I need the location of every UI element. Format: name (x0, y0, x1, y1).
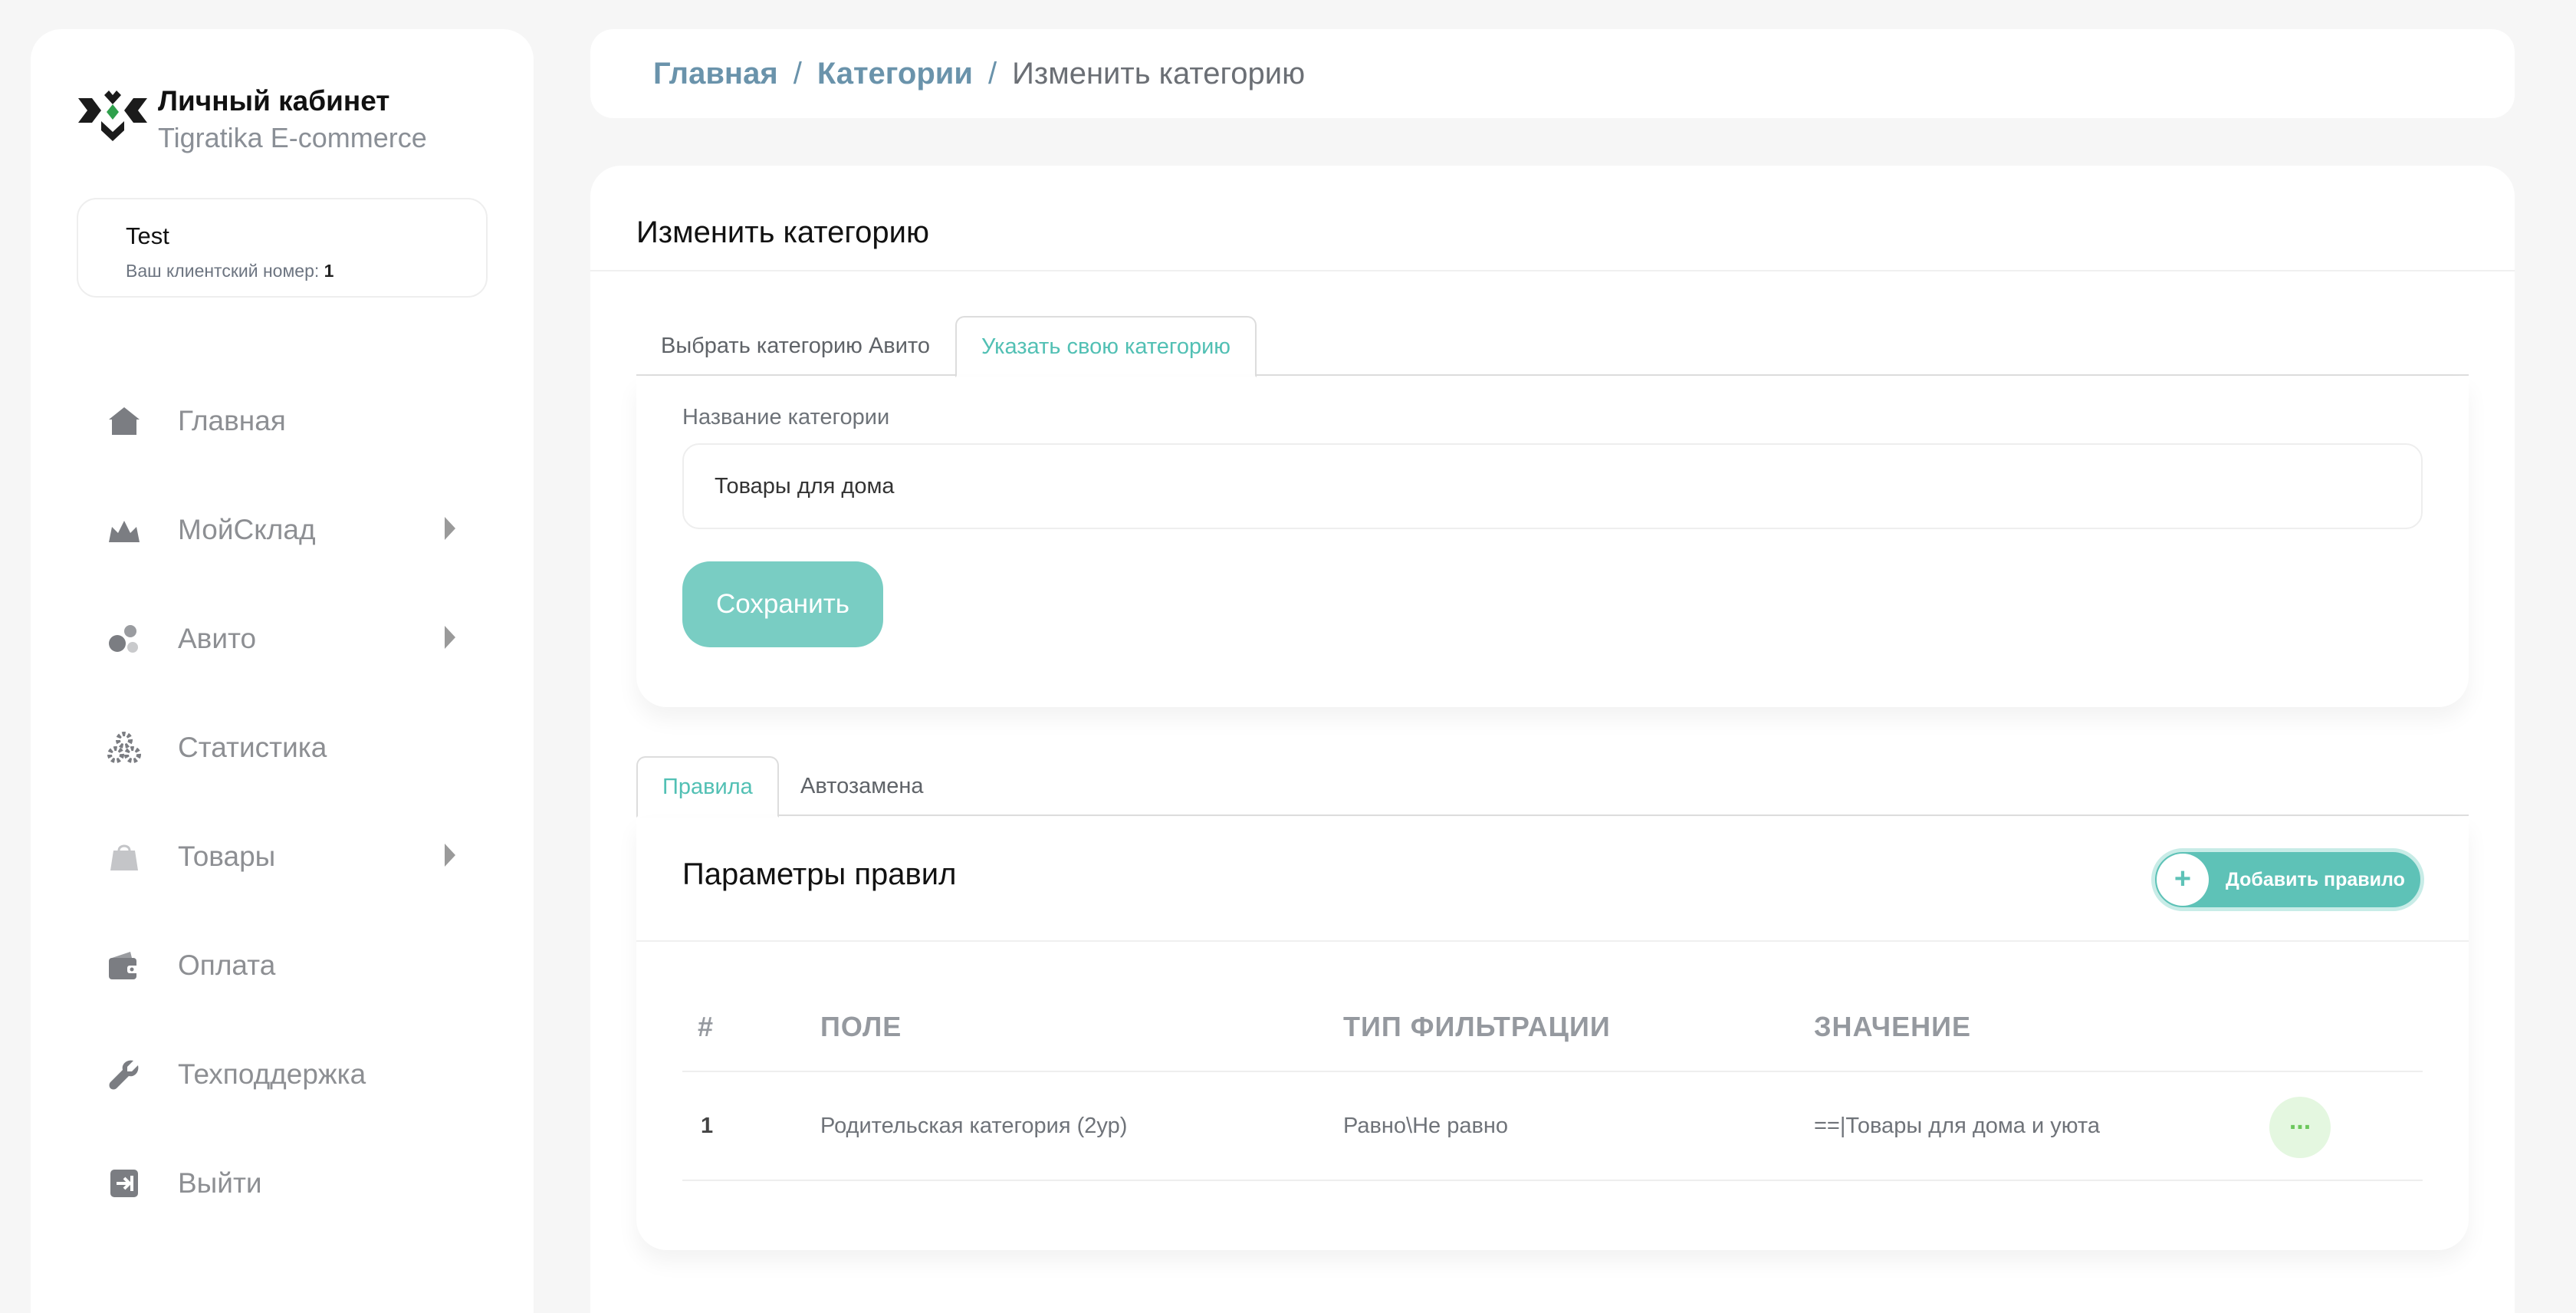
client-number-label: Ваш клиентский номер: (126, 261, 320, 281)
sidebar-item-label: МойСклад (178, 514, 316, 545)
sidebar-item-avito[interactable]: Авито (31, 584, 534, 693)
client-number-value: 1 (324, 261, 334, 281)
tab-choose-avito-category[interactable]: Выбрать категорию Авито (636, 316, 955, 376)
chevron-right-icon (445, 626, 455, 649)
client-number: Ваш клиентский номер: 1 (126, 261, 486, 281)
warehouse-icon (107, 513, 141, 547)
sidebar-item-label: Статистика (178, 732, 327, 763)
breadcrumb-separator: / (987, 56, 997, 90)
tab-rules[interactable]: Правила (636, 756, 779, 818)
user-card: Test Ваш клиентский номер: 1 (77, 198, 488, 298)
sidebar-nav: Главная МойСклад Авито Статистика Товары… (31, 367, 534, 1238)
tiger-arrows-logo (78, 90, 147, 141)
sidebar: Личный кабинет Tigratika E-commerce Test… (31, 29, 534, 1313)
tab-autoreplace[interactable]: Автозамена (776, 756, 948, 816)
sidebar-item-label: Товары (178, 841, 276, 872)
add-rule-button[interactable]: + Добавить правило (2151, 848, 2424, 911)
column-header-value: ЗНАЧЕНИЕ (1814, 1011, 1971, 1042)
column-header-number: # (698, 1011, 715, 1042)
sidebar-item-label: Оплата (178, 949, 276, 981)
user-name: Test (126, 222, 169, 249)
chevron-right-icon (445, 517, 455, 540)
sidebar-item-label: Авито (178, 623, 257, 654)
save-button[interactable]: Сохранить (682, 561, 883, 647)
shopping-bag-icon (107, 840, 141, 874)
row-actions-button[interactable]: ... (2269, 1097, 2331, 1158)
sidebar-item-payment[interactable]: Оплата (31, 911, 534, 1020)
column-header-field: ПОЛЕ (820, 1011, 902, 1042)
brand[interactable]: Личный кабинет Tigratika E-commerce (78, 83, 427, 156)
avito-icon (107, 622, 141, 656)
breadcrumb-separator: / (793, 56, 802, 90)
category-source-tabs: Выбрать категорию Авито Указать свою кат… (636, 316, 2469, 377)
page-title: Изменить категорию (636, 216, 929, 249)
stats-icon (107, 731, 141, 765)
rules-tabs: Правила Автозамена (636, 756, 2469, 818)
divider (636, 940, 2469, 942)
breadcrumb-home[interactable]: Главная (653, 57, 778, 91)
table-divider (682, 1180, 2423, 1181)
sidebar-item-label: Главная (178, 405, 286, 436)
row-number: 1 (701, 1114, 714, 1138)
rules-title: Параметры правил (682, 857, 957, 891)
home-icon (107, 404, 141, 438)
breadcrumb-current: Изменить категорию (1012, 56, 1306, 90)
category-name-label: Название категории (682, 405, 890, 429)
chevron-right-icon (445, 844, 455, 867)
breadcrumb-categories[interactable]: Категории (817, 57, 973, 91)
edit-category-card: Изменить категорию Выбрать категорию Ави… (590, 166, 2515, 1313)
row-value: ==|Товары для дома и уюта (1814, 1114, 2100, 1138)
category-name-input[interactable] (682, 443, 2423, 529)
breadcrumb: Главная / Категории / Изменить категорию (590, 29, 2515, 118)
wrench-icon (107, 1058, 141, 1091)
sidebar-item-products[interactable]: Товары (31, 802, 534, 911)
plus-icon: + (2157, 854, 2209, 906)
brand-title: Личный кабинет (158, 85, 390, 117)
category-form-panel: Название категории Сохранить (636, 377, 2469, 707)
column-header-filter-type: ТИП ФИЛЬТРАЦИИ (1343, 1011, 1611, 1042)
add-rule-label: Добавить правило (2226, 868, 2405, 890)
sidebar-item-support[interactable]: Техподдержка (31, 1020, 534, 1129)
sidebar-item-label: Выйти (178, 1167, 262, 1199)
sidebar-item-moysklad[interactable]: МойСклад (31, 476, 534, 584)
sidebar-item-home[interactable]: Главная (31, 367, 534, 476)
logout-icon (107, 1167, 141, 1200)
divider (590, 270, 2515, 271)
sidebar-item-stats[interactable]: Статистика (31, 693, 534, 802)
table-divider (682, 1071, 2423, 1072)
row-field: Родительская категория (2ур) (820, 1114, 1128, 1138)
tab-custom-category[interactable]: Указать свою категорию (955, 316, 1257, 377)
sidebar-item-label: Техподдержка (178, 1058, 366, 1090)
rules-panel: Параметры правил + Добавить правило # ПО… (636, 818, 2469, 1250)
wallet-icon (107, 949, 141, 982)
brand-subtitle: Tigratika E-commerce (158, 122, 427, 153)
row-filter-type: Равно\Не равно (1343, 1114, 1509, 1138)
sidebar-item-logout[interactable]: Выйти (31, 1129, 534, 1238)
